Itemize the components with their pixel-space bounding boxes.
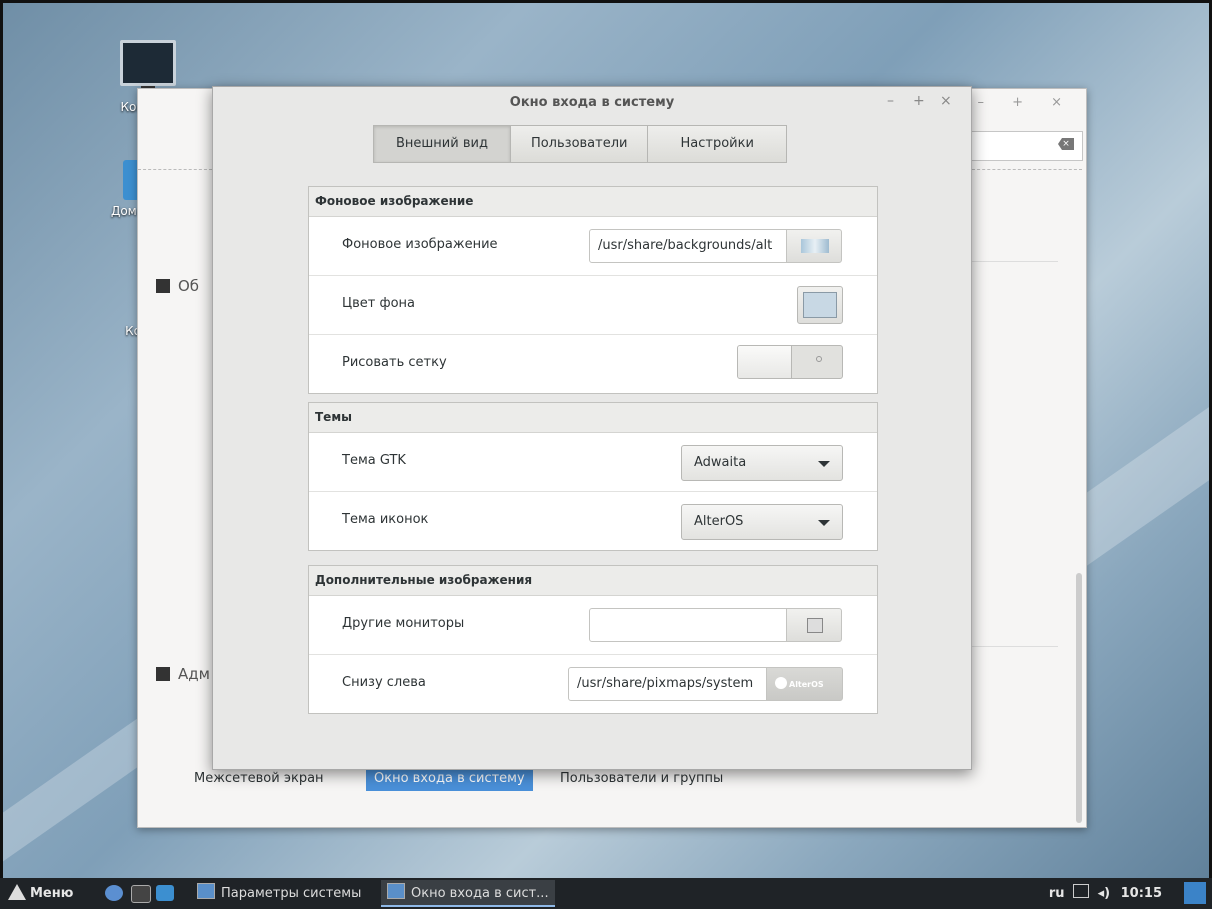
terminal-icon[interactable] [131, 885, 151, 903]
item-firewall[interactable]: Межсетевой экран [186, 767, 332, 791]
row-label: Тема GTK [342, 453, 406, 468]
toggle-off-icon [816, 356, 822, 362]
settings-window-icon [197, 883, 215, 899]
color-picker-button[interactable] [797, 286, 843, 324]
alteros-logo-icon: AlterOS [775, 677, 824, 691]
scrollbar[interactable] [1076, 573, 1082, 823]
select-value: AlterOS [694, 514, 744, 529]
keyboard-layout[interactable]: ru [1049, 886, 1065, 901]
search-input[interactable]: × [972, 131, 1083, 161]
image-preview-icon [801, 239, 829, 253]
dialog-title: Окно входа в систему [509, 95, 675, 110]
taskbar: Меню Параметры системы Окно входа в сист… [0, 878, 1212, 909]
divider [138, 169, 212, 170]
choose-image-button[interactable] [786, 229, 842, 263]
row-label: Другие мониторы [342, 616, 465, 631]
folder-icon [807, 618, 823, 633]
clock[interactable]: 10:15 [1121, 886, 1162, 901]
settings-icon [156, 279, 170, 293]
section-heading-admin: Адм [156, 665, 210, 683]
divider [972, 169, 1082, 170]
group-extra-images: Дополнительные изображения Другие монито… [308, 565, 878, 714]
file-manager-icon[interactable] [156, 885, 174, 901]
browse-button[interactable] [786, 608, 842, 642]
divider [972, 261, 1058, 262]
group-heading: Темы [309, 403, 877, 433]
monitor-icon [120, 40, 176, 94]
draw-grid-toggle[interactable] [737, 345, 843, 379]
network-icon[interactable] [1073, 884, 1090, 898]
toggle-knob [738, 346, 792, 378]
menu-button[interactable]: Меню [8, 884, 73, 901]
menu-logo-icon [8, 884, 26, 900]
row-background-image: Фоновое изображение /usr/share/backgroun… [309, 217, 877, 276]
divider [972, 646, 1058, 647]
tab-users[interactable]: Пользователи [509, 125, 649, 163]
login-window-dialog: Окно входа в систему – + × Внешний вид П… [212, 86, 972, 770]
clear-icon[interactable]: × [1058, 138, 1074, 150]
row-icon-theme: Тема иконок AlterOS [309, 492, 877, 550]
show-desktop-icon[interactable] [1184, 882, 1206, 904]
section-heading-overview: Об [156, 277, 199, 295]
group-background: Фоновое изображение Фоновое изображение … [308, 186, 878, 394]
bottom-left-image-button[interactable]: AlterOS [766, 667, 843, 701]
item-login-window[interactable]: Окно входа в систему [366, 767, 533, 791]
chevron-down-icon [818, 520, 830, 526]
tab-appearance[interactable]: Внешний вид [373, 125, 511, 163]
gtk-theme-select[interactable]: Adwaita [681, 445, 843, 481]
row-label: Рисовать сетку [342, 355, 447, 370]
titlebar[interactable]: Окно входа в систему – + × [213, 87, 971, 121]
row-label: Фоновое изображение [342, 237, 498, 252]
volume-icon[interactable]: ◂) [1098, 886, 1110, 901]
color-swatch [803, 292, 837, 318]
icon-theme-select[interactable]: AlterOS [681, 504, 843, 540]
row-other-monitors: Другие мониторы [309, 596, 877, 655]
row-label: Цвет фона [342, 296, 415, 311]
tab-bar: Внешний вид Пользователи Настройки [373, 125, 787, 163]
tab-settings[interactable]: Настройки [647, 125, 787, 163]
terminal-icon [156, 667, 170, 681]
system-tray: ru ◂) 10:15 [1049, 884, 1162, 901]
bottom-left-path-field[interactable]: /usr/share/pixmaps/system [568, 667, 767, 701]
row-draw-grid: Рисовать сетку [309, 335, 877, 393]
maximize-icon[interactable]: + [913, 93, 925, 109]
browser-icon[interactable] [105, 885, 123, 901]
minimize-icon[interactable]: – [887, 93, 894, 109]
background-image-path-field[interactable]: /usr/share/backgrounds/alt [589, 229, 787, 263]
other-monitors-field[interactable] [589, 608, 787, 642]
chevron-down-icon [818, 461, 830, 467]
group-themes: Темы Тема GTK Adwaita Тема иконок AlterO… [308, 402, 878, 551]
row-bottom-left: Снизу слева /usr/share/pixmaps/system Al… [309, 655, 877, 713]
task-login-window[interactable]: Окно входа в сист... [381, 880, 555, 907]
item-users-groups[interactable]: Пользователи и группы [552, 767, 731, 791]
close-icon[interactable]: × [940, 93, 952, 109]
row-label: Тема иконок [342, 512, 429, 527]
row-label: Снизу слева [342, 675, 426, 690]
select-value: Adwaita [694, 455, 747, 470]
row-background-color: Цвет фона [309, 276, 877, 335]
window-controls[interactable]: – + × [977, 95, 1074, 110]
task-system-settings[interactable]: Параметры системы [191, 880, 367, 907]
login-window-icon [387, 883, 405, 899]
group-heading: Дополнительные изображения [309, 566, 877, 596]
group-heading: Фоновое изображение [309, 187, 877, 217]
row-gtk-theme: Тема GTK Adwaita [309, 433, 877, 492]
